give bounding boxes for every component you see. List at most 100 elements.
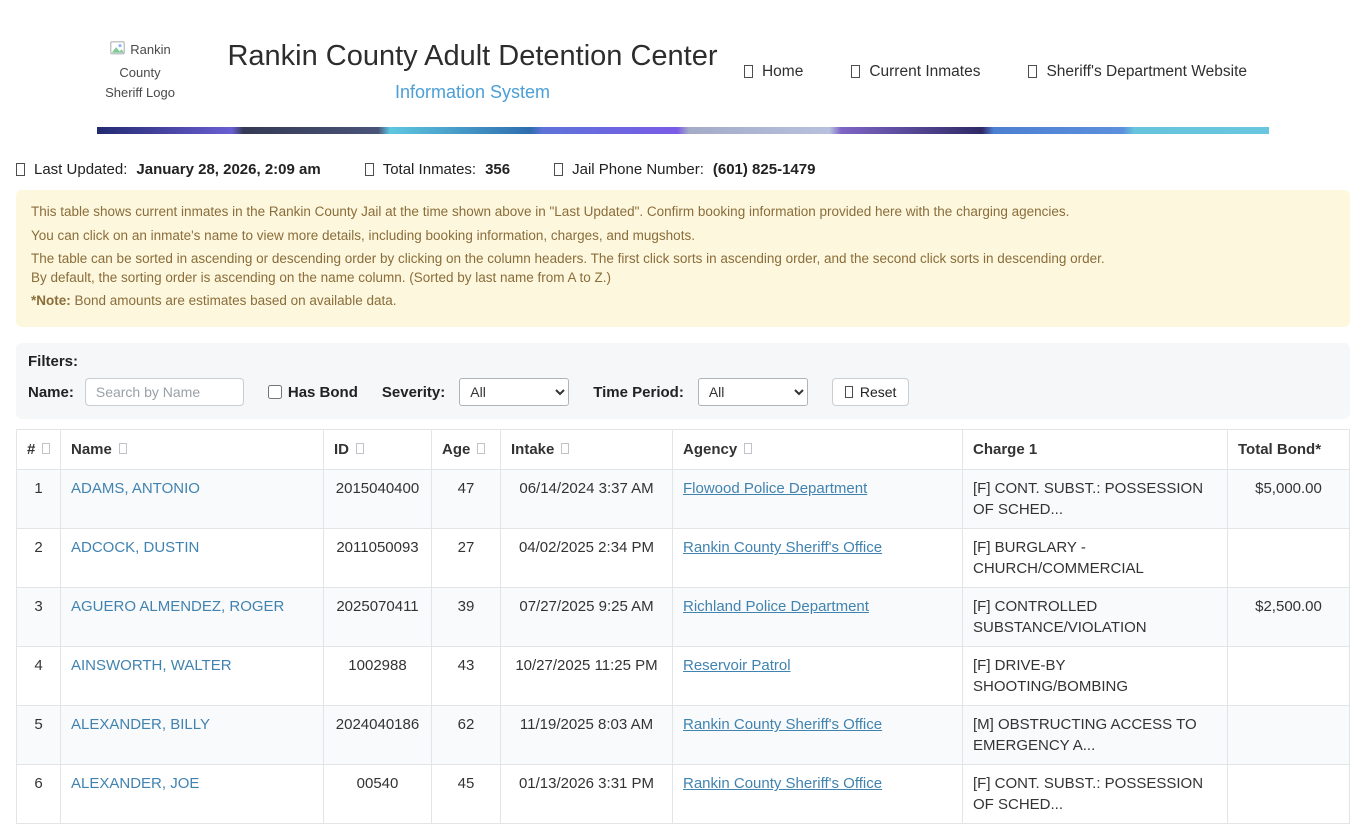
intake-datetime: 06/14/2024 3:37 AM: [501, 470, 673, 529]
table-header-row: # Name ID Age Intake Agency Charge 1 Tot…: [17, 430, 1350, 470]
nav-label-current-inmates: Current Inmates: [869, 63, 980, 81]
total-bond: [1228, 765, 1350, 824]
column-header-number[interactable]: #: [17, 430, 61, 470]
reset-button-label: Reset: [860, 384, 897, 400]
header-gradient-divider: [97, 127, 1269, 134]
sort-icon: [561, 443, 569, 454]
inmate-name-link[interactable]: ADAMS, ANTONIO: [71, 480, 200, 497]
time-period-select[interactable]: All: [698, 378, 808, 406]
calendar-icon: [16, 163, 25, 176]
charge-text: [F] DRIVE-BY SHOOTING/BOMBING: [963, 647, 1228, 706]
inmate-age: 62: [432, 706, 501, 765]
total-bond: [1228, 529, 1350, 588]
agency-link[interactable]: Rankin County Sheriff's Office: [683, 539, 882, 556]
external-link-icon: [1028, 65, 1037, 78]
has-bond-label: Has Bond: [288, 384, 358, 401]
severity-filter-label: Severity:: [382, 384, 445, 401]
table-row: 6 ALEXANDER, JOE 00540 45 01/13/2026 3:3…: [17, 765, 1350, 824]
info-paragraph-3: The table can be sorted in ascending or …: [31, 250, 1335, 288]
total-inmates-label: Total Inmates:: [383, 161, 476, 178]
nav-item-sheriff-website[interactable]: Sheriff's Department Website: [1028, 63, 1247, 81]
column-header-agency[interactable]: Agency: [673, 430, 963, 470]
home-icon: [744, 65, 753, 78]
has-bond-checkbox[interactable]: [268, 385, 282, 399]
table-row: 2 ADCOCK, DUSTIN 2011050093 27 04/02/202…: [17, 529, 1350, 588]
intake-datetime: 07/27/2025 9:25 AM: [501, 588, 673, 647]
nav-item-home[interactable]: Home: [744, 63, 803, 81]
agency-link[interactable]: Reservoir Patrol: [683, 657, 791, 674]
column-header-name[interactable]: Name: [61, 430, 324, 470]
intake-datetime: 01/13/2026 3:31 PM: [501, 765, 673, 824]
inmate-name-link[interactable]: ADCOCK, DUSTIN: [71, 539, 199, 556]
total-bond: [1228, 706, 1350, 765]
info-paragraph-3-line2: By default, the sorting order is ascendi…: [31, 270, 611, 285]
row-number: 4: [17, 647, 61, 706]
inmate-name-cell: ADAMS, ANTONIO: [61, 470, 324, 529]
main-nav: Home Current Inmates Sheriff's Departmen…: [744, 63, 1269, 81]
has-bond-filter[interactable]: Has Bond: [268, 384, 358, 401]
inmate-id: 1002988: [324, 647, 432, 706]
severity-select[interactable]: All: [459, 378, 569, 406]
name-filter-label: Name:: [28, 384, 74, 401]
inmate-age: 39: [432, 588, 501, 647]
agency-link[interactable]: Flowood Police Department: [683, 480, 867, 497]
logo-alt-text-1: Rankin: [130, 42, 170, 57]
intake-datetime: 10/27/2025 11:25 PM: [501, 647, 673, 706]
inmate-name-link[interactable]: ALEXANDER, BILLY: [71, 716, 210, 733]
search-input[interactable]: [85, 378, 244, 406]
intake-datetime: 11/19/2025 8:03 AM: [501, 706, 673, 765]
nav-item-current-inmates[interactable]: Current Inmates: [851, 63, 980, 81]
agency-cell: Rankin County Sheriff's Office: [673, 765, 963, 824]
inmate-name-link[interactable]: AGUERO ALMENDEZ, ROGER: [71, 598, 284, 615]
inmate-age: 27: [432, 529, 501, 588]
table-row: 4 AINSWORTH, WALTER 1002988 43 10/27/202…: [17, 647, 1350, 706]
inmate-id: 00540: [324, 765, 432, 824]
page-header: Rankin County Sheriff Logo Rankin County…: [0, 0, 1366, 134]
row-number: 5: [17, 706, 61, 765]
sort-icon: [119, 443, 127, 454]
charge-text: [F] BURGLARY - CHURCH/COMMERCIAL: [963, 529, 1228, 588]
column-header-age[interactable]: Age: [432, 430, 501, 470]
nav-label-sheriff-website: Sheriff's Department Website: [1046, 63, 1247, 81]
filters-panel: Filters: Name: Has Bond Severity: All Ti…: [16, 343, 1350, 419]
column-header-intake[interactable]: Intake: [501, 430, 673, 470]
table-row: 5 ALEXANDER, BILLY 2024040186 62 11/19/2…: [17, 706, 1350, 765]
inmate-id: 2015040400: [324, 470, 432, 529]
total-bond: $5,000.00: [1228, 470, 1350, 529]
column-header-id[interactable]: ID: [324, 430, 432, 470]
inmate-name-cell: AINSWORTH, WALTER: [61, 647, 324, 706]
last-updated-status: Last Updated: January 28, 2026, 2:09 am: [16, 161, 321, 178]
inmate-name-link[interactable]: AINSWORTH, WALTER: [71, 657, 232, 674]
time-period-filter-label: Time Period:: [593, 384, 684, 401]
agency-cell: Flowood Police Department: [673, 470, 963, 529]
jail-phone-status: Jail Phone Number: (601) 825-1479: [554, 161, 815, 178]
charge-text: [F] CONTROLLED SUBSTANCE/VIOLATION: [963, 588, 1228, 647]
total-bond: $2,500.00: [1228, 588, 1350, 647]
agency-link[interactable]: Rankin County Sheriff's Office: [683, 775, 882, 792]
filters-title: Filters:: [28, 353, 1338, 370]
logo-alt-text-3: Sheriff Logo: [105, 85, 175, 100]
agency-cell: Rankin County Sheriff's Office: [673, 706, 963, 765]
inmates-icon: [851, 65, 860, 78]
agency-cell: Reservoir Patrol: [673, 647, 963, 706]
inmate-age: 43: [432, 647, 501, 706]
inmate-name-cell: ALEXANDER, BILLY: [61, 706, 324, 765]
info-paragraph-1: This table shows current inmates in the …: [31, 203, 1335, 222]
info-paragraph-3-line1: The table can be sorted in ascending or …: [31, 251, 1105, 266]
agency-link[interactable]: Rankin County Sheriff's Office: [683, 716, 882, 733]
reset-filters-button[interactable]: Reset: [832, 378, 910, 406]
page-title: Rankin County Adult Detention Center: [201, 40, 744, 73]
info-notice-box: This table shows current inmates in the …: [16, 190, 1350, 327]
inmate-age: 47: [432, 470, 501, 529]
inmate-id: 2011050093: [324, 529, 432, 588]
inmate-id: 2025070411: [324, 588, 432, 647]
page-subtitle: Information System: [201, 82, 744, 103]
phone-icon: [554, 163, 563, 176]
inmate-id: 2024040186: [324, 706, 432, 765]
row-number: 2: [17, 529, 61, 588]
sheriff-logo: Rankin County Sheriff Logo: [97, 40, 183, 103]
inmate-name-link[interactable]: ALEXANDER, JOE: [71, 775, 199, 792]
info-note: *Note: Bond amounts are estimates based …: [31, 292, 1335, 311]
status-bar: Last Updated: January 28, 2026, 2:09 am …: [16, 161, 1350, 178]
agency-link[interactable]: Richland Police Department: [683, 598, 869, 615]
